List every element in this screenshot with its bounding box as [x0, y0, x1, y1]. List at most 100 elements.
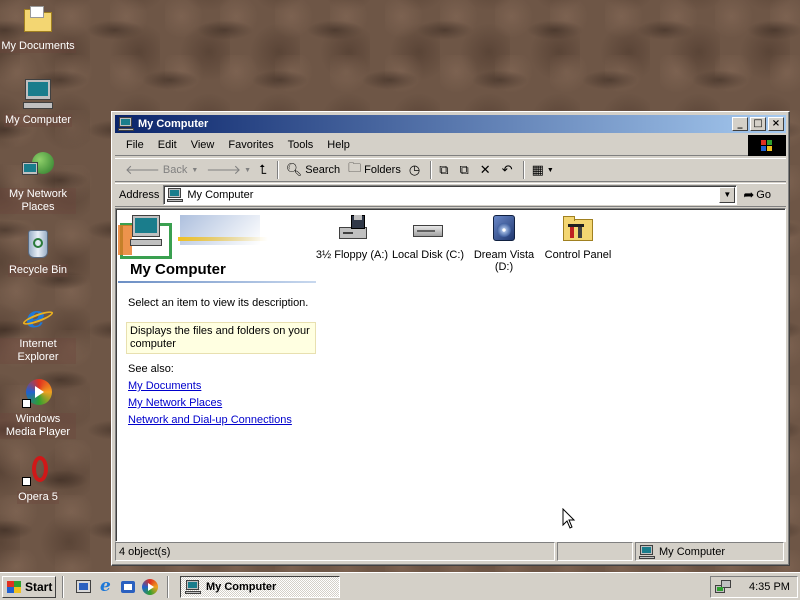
go-arrow-icon: ➦: [743, 187, 755, 203]
desktop-icon-recycle-bin[interactable]: Recycle Bin: [0, 228, 76, 277]
close-button[interactable]: ×: [768, 117, 784, 131]
item-floppy-drive[interactable]: 3½ Floppy (A:): [312, 213, 392, 261]
link-my-documents[interactable]: My Documents: [128, 380, 201, 392]
internet-explorer-icon: e: [21, 302, 55, 334]
up-button[interactable]: ⮤: [255, 160, 274, 180]
clock[interactable]: 4:35 PM: [749, 581, 790, 593]
desktop-icon-network-places[interactable]: My Network Places: [0, 152, 76, 214]
desktop-icon-label: Windows Media Player: [0, 413, 76, 439]
show-desktop-icon[interactable]: [75, 578, 93, 596]
mouse-cursor-icon: [562, 508, 576, 529]
address-label: Address: [119, 189, 160, 201]
standard-toolbar: 🡐 Back ▼ 🡒 ▼ ⮤ 🔍︎ Search 🗀 Folders ◷ ⧉ ⧉: [115, 158, 786, 182]
back-button[interactable]: 🡐 Back ▼: [121, 160, 202, 180]
copy-to-button[interactable]: ⧉: [455, 160, 475, 180]
internet-explorer-icon[interactable]: e: [97, 577, 115, 596]
delete-button[interactable]: ✕: [476, 160, 498, 180]
media-player-icon[interactable]: [141, 578, 159, 596]
desktop-icon-my-computer[interactable]: My Computer: [0, 78, 76, 127]
title-bar[interactable]: My Computer _ □ ×: [115, 115, 786, 133]
folders-icon: 🗀: [348, 161, 362, 176]
web-view-pane: My Computer Select an item to view its d…: [116, 209, 316, 541]
folders-button[interactable]: 🗀 Folders: [344, 160, 405, 180]
undo-icon: ↶: [501, 162, 513, 178]
menu-edit[interactable]: Edit: [151, 137, 184, 153]
floppy-drive-icon: [335, 213, 369, 245]
start-button[interactable]: Start: [2, 575, 56, 598]
status-bar: 4 object(s) My Computer: [115, 542, 786, 562]
item-control-panel[interactable]: Control Panel: [538, 213, 618, 261]
toolbar-separator: [276, 161, 279, 179]
computer-icon: [22, 78, 54, 110]
menu-favorites[interactable]: Favorites: [221, 137, 280, 153]
outlook-express-icon[interactable]: [119, 578, 137, 596]
chevron-down-icon: ▼: [244, 166, 252, 174]
desktop-icon-media-player[interactable]: ↗ Windows Media Player: [0, 377, 76, 439]
network-tray-icon[interactable]: [715, 579, 733, 595]
toolbar-separator: [522, 161, 525, 179]
network-icon: [22, 152, 54, 184]
up-folder-icon: ⮤: [259, 162, 267, 178]
taskbar-separator: [62, 575, 64, 598]
item-label: Dream Vista (D:): [473, 249, 535, 273]
banner-graphic: My Computer: [118, 211, 316, 281]
desktop-icon-opera[interactable]: ↗ Opera 5: [0, 455, 76, 504]
link-my-network-places[interactable]: My Network Places: [128, 397, 222, 409]
window-title: My Computer: [138, 118, 209, 130]
chevron-down-icon: ▼: [546, 166, 554, 174]
link-network-dialup[interactable]: Network and Dial-up Connections: [128, 414, 292, 426]
item-local-disk[interactable]: Local Disk (C:): [388, 213, 468, 261]
folders-label: Folders: [364, 164, 401, 176]
windows-logo-icon: [748, 135, 786, 156]
pane-title: My Computer: [130, 261, 226, 278]
go-button[interactable]: ➦ Go: [743, 188, 771, 203]
undo-button[interactable]: ↶: [498, 160, 520, 180]
item-label: Local Disk (C:): [391, 249, 465, 261]
back-label: Back: [162, 164, 188, 176]
description-box: Displays the files and folders on your c…: [126, 322, 316, 354]
delete-icon: ✕: [479, 162, 491, 178]
copy-to-icon: ⧉: [459, 162, 469, 178]
address-input[interactable]: My Computer ▼: [163, 185, 738, 205]
folder-icon: [22, 4, 54, 36]
address-value: My Computer: [187, 189, 254, 201]
item-cd-drive[interactable]: Dream Vista (D:): [464, 213, 544, 273]
desktop-icon-label: Internet Explorer: [0, 338, 76, 364]
menu-bar: File Edit View Favorites Tools Help: [115, 135, 786, 156]
start-label: Start: [25, 579, 53, 594]
history-icon: ◷: [408, 162, 421, 178]
search-label: Search: [305, 164, 341, 176]
item-label: Control Panel: [544, 249, 612, 261]
menu-help[interactable]: Help: [320, 137, 357, 153]
maximize-button[interactable]: □: [750, 117, 766, 131]
computer-icon: [185, 579, 201, 594]
see-also-heading: See also:: [128, 363, 174, 375]
move-to-button[interactable]: ⧉: [435, 160, 455, 180]
description-prompt: Select an item to view its description.: [128, 297, 309, 309]
desktop-icon-label: My Documents: [0, 40, 76, 53]
desktop-icon-label: Opera 5: [17, 491, 59, 504]
menu-tools[interactable]: Tools: [281, 137, 321, 153]
menu-file[interactable]: File: [119, 137, 151, 153]
windows-flag-icon: [6, 580, 22, 594]
computer-icon: [639, 544, 655, 559]
taskbar-button-my-computer[interactable]: My Computer: [180, 575, 340, 598]
explorer-window: My Computer _ □ × File Edit View Favorit…: [111, 111, 790, 566]
history-button[interactable]: ◷: [405, 160, 427, 180]
opera-icon: ↗: [22, 455, 54, 487]
media-player-icon: ↗: [22, 377, 54, 409]
computer-icon: [118, 117, 134, 131]
views-button[interactable]: ▦ ▼: [528, 160, 558, 180]
minimize-button[interactable]: _: [732, 117, 748, 131]
forward-button[interactable]: 🡒 ▼: [202, 160, 255, 180]
desktop-icon-internet-explorer[interactable]: e Internet Explorer: [0, 302, 76, 364]
desktop-icon-my-documents[interactable]: My Documents: [0, 4, 76, 53]
chevron-down-icon: ▼: [191, 166, 199, 174]
search-icon: 🔍︎: [285, 162, 303, 178]
search-button[interactable]: 🔍︎ Search: [282, 160, 344, 180]
address-dropdown-button[interactable]: ▼: [719, 187, 736, 203]
menu-view[interactable]: View: [184, 137, 222, 153]
item-label: 3½ Floppy (A:): [315, 249, 389, 261]
go-label: Go: [756, 189, 771, 201]
status-object-count: 4 object(s): [115, 542, 555, 561]
